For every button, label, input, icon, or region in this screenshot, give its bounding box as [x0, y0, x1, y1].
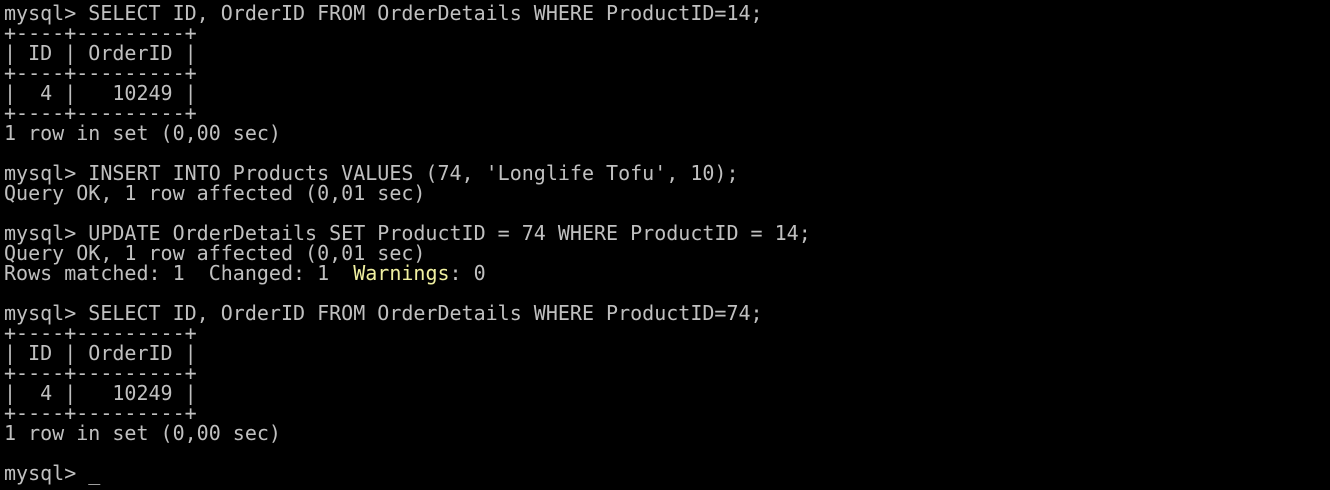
- rows-matched-text: Rows matched: 1 Changed: 1: [4, 261, 354, 285]
- table-header-row: | ID | OrderID |: [4, 341, 197, 365]
- result-summary: 1 row in set (0,00 sec): [4, 421, 281, 445]
- prompt-line[interactable]: mysql> _: [4, 463, 1330, 483]
- table-row: | 4 | 10249 |: [4, 381, 197, 405]
- query-result: Query OK, 1 row affected (0,01 sec): [4, 181, 426, 205]
- table-header-row: | ID | OrderID |: [4, 41, 197, 65]
- command-line: mysql> UPDATE OrderDetails SET ProductID…: [4, 221, 811, 245]
- prompt-text: mysql>: [4, 461, 89, 485]
- table-border: +----+---------+: [4, 321, 197, 345]
- terminal-window[interactable]: mysql> SELECT ID, OrderID FROM OrderDeta…: [0, 0, 1330, 490]
- cursor: _: [88, 461, 101, 485]
- table-border: +----+---------+: [4, 401, 197, 425]
- command-line: mysql> SELECT ID, OrderID FROM OrderDeta…: [4, 1, 763, 25]
- command-line: mysql> INSERT INTO Products VALUES (74, …: [4, 161, 739, 185]
- warnings-count: : 0: [449, 261, 486, 285]
- table-border: +----+---------+: [4, 361, 197, 385]
- table-row: | 4 | 10249 |: [4, 81, 197, 105]
- table-border: +----+---------+: [4, 21, 197, 45]
- table-border: +----+---------+: [4, 101, 197, 125]
- warnings-label: Warnings: [353, 261, 450, 285]
- result-summary: 1 row in set (0,00 sec): [4, 121, 281, 145]
- query-result: Query OK, 1 row affected (0,01 sec): [4, 241, 426, 265]
- command-line: mysql> SELECT ID, OrderID FROM OrderDeta…: [4, 301, 763, 325]
- rows-matched-line: Rows matched: 1 Changed: 1 Warnings: 0: [4, 263, 1330, 283]
- table-border: +----+---------+: [4, 61, 197, 85]
